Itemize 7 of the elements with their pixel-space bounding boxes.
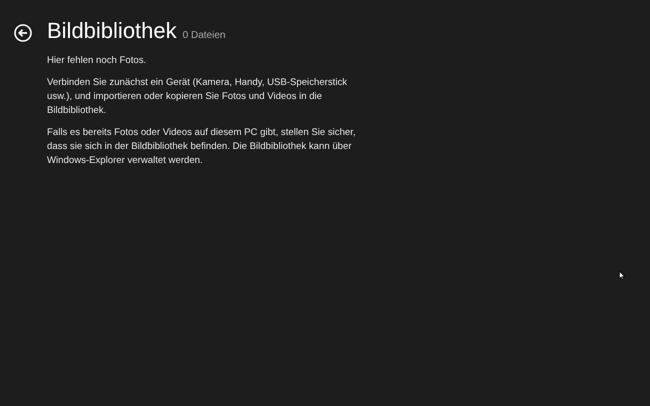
message-paragraph: Hier fehlen noch Fotos. xyxy=(47,54,148,68)
message-paragraph: Falls es bereits Fotos oder Videos auf diesem PC gibt, stellen Sie sicher, dass sie sich in der Bildbibliothek befinden. Die Bildbibliothek kann über Windows-Explorer verwaltet werden. xyxy=(47,126,357,168)
file-count: 0 Dateien xyxy=(182,30,226,41)
page-title: Bildbibliothek xyxy=(47,18,177,44)
back-icon[interactable] xyxy=(14,24,32,42)
cursor-icon xyxy=(619,271,625,280)
message-paragraph: Verbinden Sie zunächst ein Gerät (Kamera, Handy, USB-Speicherstick usw.), und importieren oder kopieren Sie Fotos und Videos in die Bildbibliothek. xyxy=(47,76,348,118)
